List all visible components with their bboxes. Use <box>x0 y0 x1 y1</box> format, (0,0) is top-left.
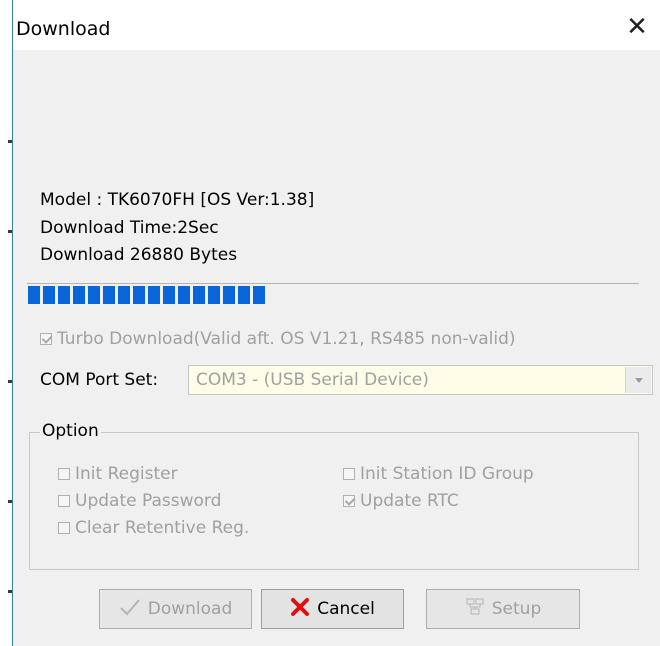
clear-retentive-checkbox[interactable]: Clear Retentive Reg. <box>58 518 249 538</box>
checkbox-icon <box>343 468 355 480</box>
progress-segment <box>58 286 70 304</box>
background-window-edge <box>0 0 13 646</box>
close-icon: ✕ <box>626 12 648 42</box>
progress-divider <box>27 283 639 284</box>
option-legend: Option <box>40 421 101 441</box>
setup-button-label: Setup <box>491 599 542 619</box>
init-register-label: Init Register <box>75 464 178 484</box>
progress-segment <box>103 286 115 304</box>
progress-segment <box>178 286 190 304</box>
dropdown-arrow-icon[interactable] <box>625 367 651 393</box>
window-title: Download <box>16 18 111 40</box>
init-register-checkbox[interactable]: Init Register <box>58 464 178 484</box>
progress-segment <box>163 286 175 304</box>
edge-tick <box>8 500 12 503</box>
edge-tick <box>8 380 12 383</box>
checkbox-icon <box>58 495 70 507</box>
edge-tick <box>8 230 12 233</box>
close-button[interactable]: ✕ <box>614 8 660 46</box>
checkbox-checked-icon <box>40 333 52 345</box>
red-x-icon <box>290 597 310 622</box>
title-bar: Download ✕ <box>13 0 660 50</box>
download-button-label: Download <box>147 599 233 619</box>
download-bytes: Download 26880 Bytes <box>40 245 238 265</box>
checkmark-icon <box>119 598 141 621</box>
edge-tick <box>8 140 12 143</box>
progress-segment <box>148 286 160 304</box>
edge-tick <box>8 590 12 593</box>
checkbox-icon <box>58 522 70 534</box>
com-port-label: COM Port Set: <box>40 370 159 390</box>
network-icon <box>465 598 485 621</box>
turbo-download-label: Turbo Download(Valid aft. OS V1.21, RS48… <box>57 329 516 349</box>
checkbox-checked-icon <box>343 495 355 507</box>
clear-retentive-label: Clear Retentive Reg. <box>75 518 250 538</box>
progress-segment <box>88 286 100 304</box>
cancel-button-label: Cancel <box>317 599 375 619</box>
progress-segment <box>238 286 250 304</box>
checkbox-icon <box>58 468 70 480</box>
progress-segment <box>133 286 145 304</box>
update-password-label: Update Password <box>75 491 222 511</box>
progress-segment <box>28 286 40 304</box>
setup-button[interactable]: Setup <box>426 589 580 629</box>
update-password-checkbox[interactable]: Update Password <box>58 491 221 511</box>
update-rtc-checkbox[interactable]: Update RTC <box>343 491 459 511</box>
com-port-value: COM3 - (USB Serial Device) <box>196 370 429 390</box>
turbo-download-checkbox[interactable]: Turbo Download(Valid aft. OS V1.21, RS48… <box>40 329 516 349</box>
progress-segment <box>253 286 265 304</box>
com-port-select[interactable]: COM3 - (USB Serial Device) <box>188 365 653 395</box>
download-dialog: Download ✕ Model : TK6070FH [OS Ver:1.38… <box>13 0 660 646</box>
progress-segment <box>43 286 55 304</box>
progress-segment <box>208 286 220 304</box>
progress-segment <box>73 286 85 304</box>
model-info: Model : TK6070FH [OS Ver:1.38] <box>40 190 315 210</box>
download-time: Download Time:2Sec <box>40 218 219 238</box>
progress-segment <box>223 286 235 304</box>
download-button[interactable]: Download <box>99 589 252 629</box>
cancel-button[interactable]: Cancel <box>261 589 404 629</box>
progress-segment <box>118 286 130 304</box>
update-rtc-label: Update RTC <box>360 491 459 511</box>
download-progress-bar <box>27 285 639 305</box>
init-station-id-label: Init Station ID Group <box>360 464 534 484</box>
progress-segment <box>193 286 205 304</box>
init-station-id-checkbox[interactable]: Init Station ID Group <box>343 464 534 484</box>
